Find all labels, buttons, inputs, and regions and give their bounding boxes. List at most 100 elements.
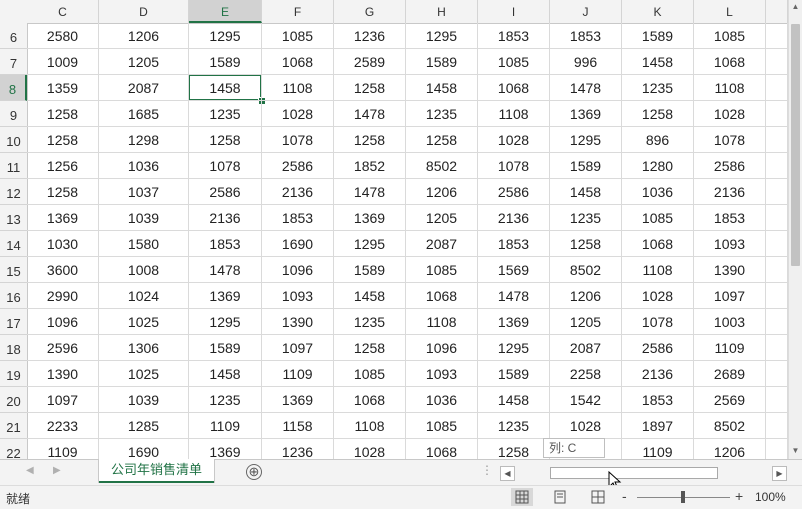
cell-h17[interactable]: 1108 <box>406 309 478 335</box>
cell-f16[interactable]: 1093 <box>262 283 334 309</box>
cell-partial[interactable] <box>766 231 788 257</box>
cell-l21[interactable]: 8502 <box>694 413 766 439</box>
row-header-20[interactable]: 20 <box>0 387 27 413</box>
cell-k20[interactable]: 1853 <box>622 387 694 413</box>
cell-e9[interactable]: 1235 <box>189 101 262 127</box>
cell-e8[interactable]: 1458 <box>189 75 262 101</box>
row-header-14[interactable]: 14 <box>0 231 27 257</box>
cell-f10[interactable]: 1078 <box>262 127 334 153</box>
scroll-left-icon[interactable]: ◀ <box>500 466 515 481</box>
cell-i9[interactable]: 1108 <box>478 101 550 127</box>
cell-e11[interactable]: 1078 <box>189 153 262 179</box>
cell-h9[interactable]: 1235 <box>406 101 478 127</box>
row-header-13[interactable]: 13 <box>0 205 27 231</box>
cell-i11[interactable]: 1078 <box>478 153 550 179</box>
cell-f6[interactable]: 1085 <box>262 23 334 49</box>
cell-d8[interactable]: 2087 <box>99 75 189 101</box>
column-header-i[interactable]: I <box>478 0 550 23</box>
cell-h6[interactable]: 1295 <box>406 23 478 49</box>
cell-d7[interactable]: 1205 <box>99 49 189 75</box>
cell-h8[interactable]: 1458 <box>406 75 478 101</box>
tab-next-icon[interactable]: ▶ <box>53 465 61 476</box>
cell-e12[interactable]: 2586 <box>189 179 262 205</box>
cell-c7[interactable]: 1009 <box>27 49 99 75</box>
cell-grid[interactable]: 2580 1206 1295 1085 1236 1295 1853 1853 1589 1085… <box>27 23 788 459</box>
cell-l6[interactable]: 1085 <box>694 23 766 49</box>
cell-d17[interactable]: 1025 <box>99 309 189 335</box>
cell-i12[interactable]: 2586 <box>478 179 550 205</box>
cell-f22[interactable]: 1236 <box>262 439 334 459</box>
cell-e19[interactable]: 1458 <box>189 361 262 387</box>
cell-i18[interactable]: 1295 <box>478 335 550 361</box>
vertical-scroll-thumb[interactable] <box>791 24 800 266</box>
cell-h14[interactable]: 2087 <box>406 231 478 257</box>
cell-e20[interactable]: 1235 <box>189 387 262 413</box>
cell-i15[interactable]: 1569 <box>478 257 550 283</box>
cell-c21[interactable]: 2233 <box>27 413 99 439</box>
cell-c20[interactable]: 1097 <box>27 387 99 413</box>
cell-c18[interactable]: 2596 <box>27 335 99 361</box>
cell-partial[interactable] <box>766 75 788 101</box>
cell-f20[interactable]: 1369 <box>262 387 334 413</box>
cell-g17[interactable]: 1235 <box>334 309 406 335</box>
cell-l13[interactable]: 1853 <box>694 205 766 231</box>
cell-d19[interactable]: 1025 <box>99 361 189 387</box>
cell-j6[interactable]: 1853 <box>550 23 622 49</box>
cell-g11[interactable]: 1852 <box>334 153 406 179</box>
cell-g6[interactable]: 1236 <box>334 23 406 49</box>
cell-d6[interactable]: 1206 <box>99 23 189 49</box>
cell-partial[interactable] <box>766 387 788 413</box>
cell-k16[interactable]: 1028 <box>622 283 694 309</box>
cell-k14[interactable]: 1068 <box>622 231 694 257</box>
cell-k21[interactable]: 1897 <box>622 413 694 439</box>
row-header-17[interactable]: 17 <box>0 309 27 335</box>
cell-j10[interactable]: 1295 <box>550 127 622 153</box>
cell-g16[interactable]: 1458 <box>334 283 406 309</box>
cell-k17[interactable]: 1078 <box>622 309 694 335</box>
cell-d20[interactable]: 1039 <box>99 387 189 413</box>
cell-d16[interactable]: 1024 <box>99 283 189 309</box>
column-header-k[interactable]: K <box>622 0 694 23</box>
cell-f19[interactable]: 1109 <box>262 361 334 387</box>
cell-e16[interactable]: 1369 <box>189 283 262 309</box>
cell-partial[interactable] <box>766 153 788 179</box>
column-header-j[interactable]: J <box>550 0 622 23</box>
cell-j13[interactable]: 1235 <box>550 205 622 231</box>
cell-d9[interactable]: 1685 <box>99 101 189 127</box>
cell-d18[interactable]: 1306 <box>99 335 189 361</box>
cell-partial[interactable] <box>766 205 788 231</box>
cell-d13[interactable]: 1039 <box>99 205 189 231</box>
cell-g22[interactable]: 1028 <box>334 439 406 459</box>
cell-partial[interactable] <box>766 335 788 361</box>
cell-e15[interactable]: 1478 <box>189 257 262 283</box>
row-header-16[interactable]: 16 <box>0 283 27 309</box>
cell-g15[interactable]: 1589 <box>334 257 406 283</box>
cell-g12[interactable]: 1478 <box>334 179 406 205</box>
cell-partial[interactable] <box>766 179 788 205</box>
horizontal-scrollbar[interactable]: ◀ ▶ <box>500 466 788 481</box>
cell-j8[interactable]: 1478 <box>550 75 622 101</box>
cell-j12[interactable]: 1458 <box>550 179 622 205</box>
cell-j19[interactable]: 2258 <box>550 361 622 387</box>
cell-g9[interactable]: 1478 <box>334 101 406 127</box>
cell-j16[interactable]: 1206 <box>550 283 622 309</box>
cell-g13[interactable]: 1369 <box>334 205 406 231</box>
cell-j15[interactable]: 8502 <box>550 257 622 283</box>
cell-f9[interactable]: 1028 <box>262 101 334 127</box>
cell-k15[interactable]: 1108 <box>622 257 694 283</box>
cell-d12[interactable]: 1037 <box>99 179 189 205</box>
cell-l17[interactable]: 1003 <box>694 309 766 335</box>
cell-c15[interactable]: 3600 <box>27 257 99 283</box>
cell-i22[interactable]: 1258 <box>478 439 550 459</box>
cell-l10[interactable]: 1078 <box>694 127 766 153</box>
cell-g18[interactable]: 1258 <box>334 335 406 361</box>
page-layout-view-icon[interactable] <box>549 488 571 506</box>
cell-e17[interactable]: 1295 <box>189 309 262 335</box>
cell-h21[interactable]: 1085 <box>406 413 478 439</box>
cell-c8[interactable]: 1359 <box>27 75 99 101</box>
cell-partial[interactable] <box>766 127 788 153</box>
column-header-l[interactable]: L <box>694 0 766 23</box>
cell-f14[interactable]: 1690 <box>262 231 334 257</box>
tab-prev-icon[interactable]: ◀ <box>26 465 34 476</box>
cell-k7[interactable]: 1458 <box>622 49 694 75</box>
